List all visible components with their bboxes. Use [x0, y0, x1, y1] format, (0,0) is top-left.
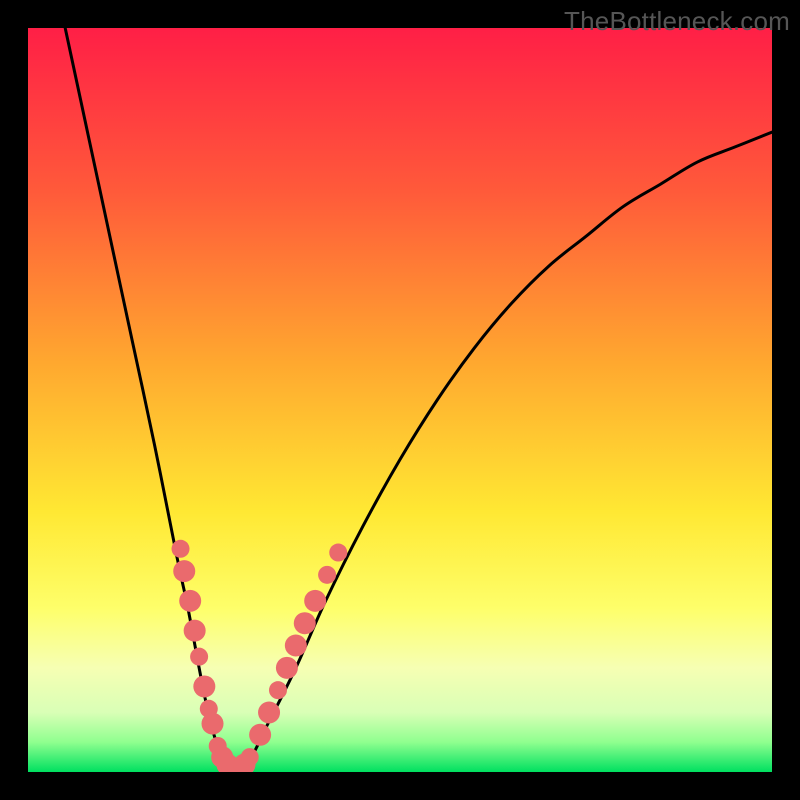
data-marker — [172, 540, 190, 558]
data-marker — [190, 648, 208, 666]
data-marker — [285, 635, 307, 657]
data-marker — [329, 544, 347, 562]
data-marker — [202, 713, 224, 735]
data-marker — [294, 612, 316, 634]
data-marker — [318, 566, 336, 584]
plot-area — [28, 28, 772, 772]
data-marker — [241, 748, 259, 766]
data-marker — [193, 675, 215, 697]
marker-layer — [172, 540, 348, 772]
data-marker — [173, 560, 195, 582]
bottleneck-curve — [65, 28, 772, 772]
data-marker — [276, 657, 298, 679]
chart-frame: TheBottleneck.com — [0, 0, 800, 800]
curve-layer — [65, 28, 772, 772]
data-marker — [269, 681, 287, 699]
data-marker — [249, 724, 271, 746]
data-marker — [258, 701, 280, 723]
chart-svg — [28, 28, 772, 772]
data-marker — [179, 590, 201, 612]
data-marker — [184, 620, 206, 642]
data-marker — [304, 590, 326, 612]
